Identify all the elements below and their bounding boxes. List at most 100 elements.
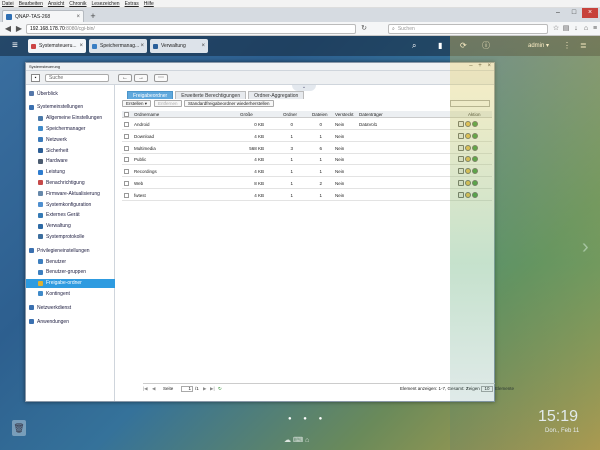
- menu-item-6[interactable]: Hilfe: [144, 1, 154, 7]
- edit-properties-icon[interactable]: [458, 132, 464, 139]
- menu-item-4[interactable]: Lesezeichen: [92, 1, 120, 7]
- refresh-icon[interactable]: [472, 168, 478, 175]
- minimize-window-button[interactable]: –: [550, 8, 566, 18]
- sidebar-item[interactable]: Systemkonfiguration: [26, 200, 115, 209]
- first-page-icon[interactable]: |◀: [143, 384, 148, 394]
- row-checkbox[interactable]: [124, 181, 129, 186]
- app-grid-button[interactable]: ⋯: [154, 74, 168, 82]
- main-menu-icon[interactable]: ≡: [12, 40, 22, 52]
- sidebar-item[interactable]: Benutzer: [26, 257, 115, 266]
- edit-properties-icon[interactable]: [458, 144, 464, 151]
- row-checkbox[interactable]: [124, 169, 129, 175]
- select-all-checkbox[interactable]: [124, 112, 129, 117]
- col-folders[interactable]: Ordner: [283, 111, 297, 118]
- forward-button[interactable]: ▶: [14, 24, 24, 34]
- browser-search-input[interactable]: ⌕ Suchen: [388, 24, 548, 34]
- permissions-icon[interactable]: [465, 156, 471, 163]
- next-desktop-arrow-icon[interactable]: ›: [582, 236, 589, 259]
- table-row[interactable]: Download 4 KB 1 1 Nein: [122, 131, 492, 142]
- table-row[interactable]: Web 8 KB 1 2 Nein: [122, 178, 492, 189]
- close-window-button[interactable]: ×: [582, 8, 598, 18]
- sidebar-item[interactable]: Sicherheit: [26, 146, 115, 155]
- permissions-icon[interactable]: [465, 180, 471, 186]
- home-grid-icon[interactable]: ▪: [31, 74, 40, 82]
- sidebar-item[interactable]: Freigabe-ordner: [26, 278, 115, 288]
- sidebar-item[interactable]: Leistung: [26, 168, 115, 177]
- close-tab-icon[interactable]: ×: [76, 14, 80, 20]
- reload-icon[interactable]: ↻: [360, 25, 368, 33]
- back-button[interactable]: ◀: [3, 24, 13, 34]
- home-icon[interactable]: ⌂: [582, 25, 590, 33]
- sidebar-item[interactable]: Speichermanager: [26, 124, 115, 133]
- qnap-tab-speichermanager[interactable]: Speichermanag... ×: [89, 39, 147, 53]
- col-files[interactable]: Dateien: [312, 111, 328, 118]
- remove-button[interactable]: Entfernen: [154, 100, 182, 107]
- permissions-icon[interactable]: [465, 191, 471, 198]
- table-row[interactable]: Android 0 KB 0 0 Nein DataVol1: [122, 119, 492, 130]
- sidebar-item[interactable]: Anwendungen: [26, 317, 115, 326]
- close-icon[interactable]: ×: [201, 43, 205, 49]
- bookmark-star-icon[interactable]: ☆: [552, 25, 560, 33]
- menu-item-3[interactable]: Chronik: [69, 1, 86, 7]
- close-icon[interactable]: ×: [79, 43, 83, 49]
- bookmarks-icon[interactable]: ▤: [562, 25, 570, 33]
- row-checkbox[interactable]: [124, 145, 129, 151]
- sidebar-item[interactable]: Systemeinstellungen: [26, 103, 115, 112]
- row-checkbox[interactable]: [124, 133, 129, 139]
- restore-default-folders-button[interactable]: Standardfreigabeordner wiederherstellen: [184, 100, 274, 107]
- col-size[interactable]: Größe: [240, 111, 253, 118]
- create-button[interactable]: Erstellen ▾: [122, 100, 152, 107]
- sidebar-item[interactable]: Benutzer-gruppen: [26, 268, 115, 277]
- prev-page-icon[interactable]: ◀: [152, 384, 155, 394]
- refresh-icon[interactable]: ↻: [218, 384, 222, 394]
- background-tasks-icon[interactable]: ⟳: [460, 40, 467, 52]
- tab-erweiterte-berechtigungen[interactable]: Erweiterte Berechtigungen: [175, 91, 247, 99]
- per-page-select[interactable]: 10: [481, 386, 493, 392]
- maximize-window-button[interactable]: □: [566, 8, 582, 18]
- sidebar-item[interactable]: Überblick: [26, 89, 115, 98]
- sidebar-item[interactable]: Firmware-Aktualisierung: [26, 189, 115, 198]
- forward-button[interactable]: →: [134, 74, 148, 82]
- sidebar-item[interactable]: Allgemeine Einstellungen: [26, 114, 115, 123]
- sidebar-item[interactable]: Hardware: [26, 157, 115, 166]
- permissions-icon[interactable]: [465, 144, 471, 151]
- maximize-icon[interactable]: +: [478, 63, 482, 69]
- filter-input[interactable]: [450, 100, 490, 107]
- sidebar-item[interactable]: Kontingent: [26, 289, 115, 298]
- more-options-icon[interactable]: ⋮: [563, 40, 571, 52]
- table-row[interactable]: Public 4 KB 1 1 Nein: [122, 154, 492, 166]
- tab-freigabeordner[interactable]: Freigabeordner: [127, 91, 174, 99]
- sidebar-item[interactable]: Netzwerkdienst: [26, 303, 115, 312]
- minimize-icon[interactable]: –: [469, 63, 472, 69]
- dashboard-icon[interactable]: ≣: [580, 40, 587, 52]
- edit-properties-icon[interactable]: [458, 180, 464, 186]
- next-page-icon[interactable]: ▶: [203, 384, 206, 394]
- edit-properties-icon[interactable]: [458, 191, 464, 198]
- browser-tab[interactable]: QNAP-TAS-268 ×: [2, 10, 84, 22]
- refresh-icon[interactable]: [472, 144, 478, 151]
- page-number-input[interactable]: 1: [181, 386, 193, 392]
- edit-properties-icon[interactable]: [458, 168, 464, 175]
- close-icon[interactable]: ×: [140, 43, 144, 49]
- hamburger-menu-icon[interactable]: ≡: [591, 25, 599, 33]
- qnap-tab-verwaltung[interactable]: Verwaltung ×: [150, 39, 208, 53]
- menu-item-2[interactable]: Ansicht: [48, 1, 64, 7]
- dock-icons[interactable]: ☁ ⌨ ⌂: [284, 436, 309, 444]
- table-row[interactable]: Recordings 4 KB 1 1 Nein: [122, 166, 492, 178]
- col-hidden[interactable]: Versteckt: [335, 111, 354, 118]
- permissions-icon[interactable]: [465, 121, 471, 127]
- row-checkbox[interactable]: [124, 157, 129, 163]
- menu-item-0[interactable]: Datei: [2, 1, 14, 7]
- resource-monitor-icon[interactable]: ▮: [438, 40, 442, 52]
- desktop-page-dots[interactable]: ● ● ●: [288, 416, 327, 422]
- refresh-icon[interactable]: [472, 132, 478, 139]
- tab-ordner-aggregation[interactable]: Ordner-Aggregation: [248, 91, 305, 99]
- recycle-bin-icon[interactable]: 🗑: [12, 420, 26, 436]
- menu-item-1[interactable]: Bearbeiten: [19, 1, 43, 7]
- refresh-icon[interactable]: [472, 180, 478, 186]
- row-checkbox[interactable]: [124, 192, 129, 198]
- table-row[interactable]: fwtest 4 KB 1 1 Nein: [122, 190, 492, 201]
- url-bar[interactable]: 192.168.178.70 :8080/cgi-bin/: [26, 24, 356, 34]
- refresh-icon[interactable]: [472, 156, 478, 163]
- permissions-icon[interactable]: [465, 132, 471, 139]
